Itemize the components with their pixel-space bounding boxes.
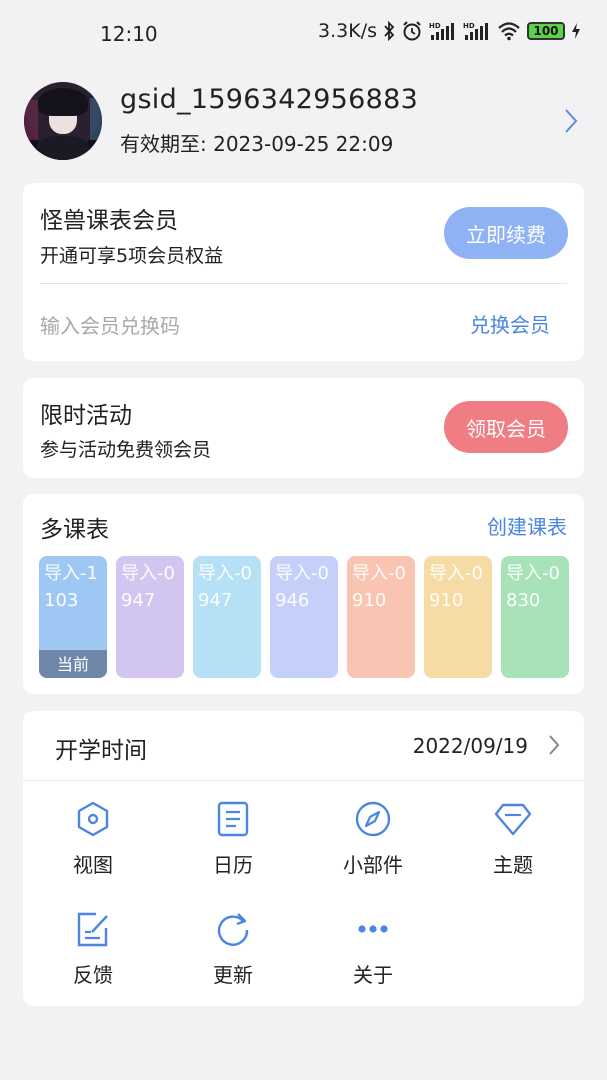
hd-signal-icon: HD [463,21,491,41]
activity-title: 限时活动 [40,403,132,429]
semester-start-value: 2022/09/19 [412,734,528,758]
divider [40,283,567,284]
svg-text:HD: HD [429,22,441,30]
create-schedule-button[interactable]: 创建课表 [487,511,567,540]
username: gsid_1596342956883 [120,84,419,115]
schedule-tile[interactable]: 导入-1103 当前 [39,556,107,678]
schedule-tile-label: 导入-0910 [352,563,406,611]
schedule-tile[interactable]: 导入-0946 [270,556,338,678]
menu-item-theme[interactable]: 主题 [443,799,583,878]
hd-signal-icon: HD [429,21,457,41]
menu-item-label: 反馈 [73,963,113,987]
schedule-tile-label: 导入-0910 [429,563,483,611]
membership-expiry: 有效期至: 2023-09-25 22:09 [120,132,394,156]
activity-subtitle: 参与活动免费领会员 [40,439,212,461]
compass-icon [353,799,393,839]
charging-icon [571,22,581,40]
menu-item-view[interactable]: 视图 [23,799,163,878]
schedule-tile-label: 导入-0947 [198,563,252,611]
net-speed: 3.3K/s [318,20,377,42]
menu-item-label: 更新 [213,963,253,987]
membership-title: 怪兽课表会员 [40,208,178,234]
menu-item-feedback[interactable]: 反馈 [23,909,163,988]
battery-icon: 100 [527,22,565,40]
schedule-tile[interactable]: 导入-0830 [501,556,569,678]
schedule-tile-label: 导入-0946 [275,563,329,611]
alarm-icon [401,20,423,42]
schedule-tile[interactable]: 导入-0910 [347,556,415,678]
status-bar: 12:10 3.3K/s HD HD 100 [0,0,607,70]
menu-item-calendar[interactable]: 日历 [163,799,303,878]
wifi-icon [497,21,521,41]
schedule-tile[interactable]: 导入-0910 [424,556,492,678]
diamond-icon [493,799,533,839]
edit-icon [73,909,113,949]
schedule-tile[interactable]: 导入-0947 [193,556,261,678]
menu-item-label: 视图 [73,853,113,877]
menu-item-label: 小部件 [343,853,403,877]
schedule-list: 导入-1103 当前 导入-0947 导入-0947 导入-0946 导入-0910 导入-… [39,556,569,678]
menu-item-update[interactable]: 更新 [163,909,303,988]
schedules-title: 多课表 [40,517,109,543]
settings-card: 开学时间 2022/09/19 视图 日历 小部件 主题 反馈 更新 关于 [23,711,584,1006]
menu-item-about[interactable]: 关于 [303,909,443,988]
membership-card: 怪兽课表会员 开通可享5项会员权益 立即续费 输入会员兑换码 兑换会员 [23,183,584,361]
schedule-tile[interactable]: 导入-0947 [116,556,184,678]
status-icons: 3.3K/s HD HD 100 [318,20,581,42]
membership-subtitle: 开通可享5项会员权益 [40,245,224,267]
redeem-code-input[interactable]: 输入会员兑换码 [40,310,180,339]
schedule-tile-label: 导入-0830 [506,563,560,611]
chevron-right-icon[interactable] [564,108,578,138]
schedule-tile-label: 导入-0947 [121,563,175,611]
more-icon [353,909,393,949]
schedules-card: 多课表 创建课表 导入-1103 当前 导入-0947 导入-0947 导入-0946 导… [23,494,584,694]
status-time: 12:10 [100,22,158,46]
chevron-right-icon [548,734,560,760]
avatar[interactable] [24,82,102,160]
hexagon-icon [73,799,113,839]
profile-header[interactable]: gsid_1596342956883 有效期至: 2023-09-25 22:0… [24,80,584,164]
semester-start-label: 开学时间 [55,738,147,764]
activity-card: 限时活动 参与活动免费领会员 领取会员 [23,378,584,478]
menu-item-label: 关于 [353,963,393,987]
calendar-icon [213,799,253,839]
redeem-button[interactable]: 兑换会员 [470,309,550,338]
menu-item-label: 日历 [213,853,253,877]
svg-text:HD: HD [463,22,475,30]
semester-start-row[interactable]: 开学时间 2022/09/19 [23,711,584,781]
schedule-tile-label: 导入-1103 [44,563,98,611]
claim-membership-button[interactable]: 领取会员 [444,401,568,453]
renew-button[interactable]: 立即续费 [444,207,568,259]
bluetooth-icon [383,21,395,41]
menu-item-widget[interactable]: 小部件 [303,799,443,878]
current-schedule-badge: 当前 [39,650,107,678]
refresh-icon [213,909,253,949]
menu-item-label: 主题 [493,853,533,877]
